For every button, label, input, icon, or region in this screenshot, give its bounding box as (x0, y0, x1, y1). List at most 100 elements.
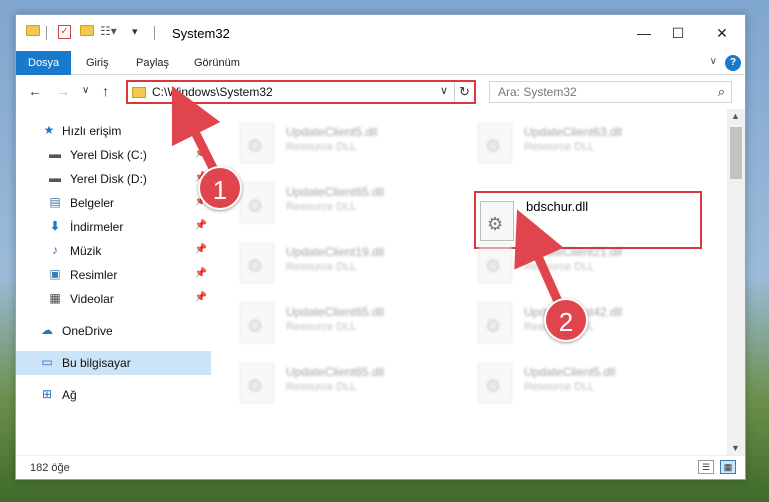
properties-icon[interactable]: ✓ (58, 25, 71, 39)
folder-icon (26, 25, 40, 36)
scroll-thumb[interactable] (730, 127, 742, 179)
file-name: UpdateClient65.dll (286, 305, 385, 319)
computer-icon: ▭ (41, 355, 53, 369)
file-type: Resource DLL (286, 201, 357, 213)
nav-item-this-pc[interactable]: ▭ Bu bilgisayar (16, 351, 211, 375)
address-path[interactable]: C:\Windows\System32 (152, 85, 273, 99)
pictures-icon: ▣ (49, 267, 61, 281)
title-bar: ✓ ☷▾ ▾ System32 — ☐ ✕ (16, 15, 745, 51)
help-icon[interactable]: ? (725, 55, 741, 71)
minimize-button[interactable]: — (627, 21, 661, 45)
nav-item-videos[interactable]: ▦ Videolar 📌 (16, 287, 211, 311)
nav-item-downloads[interactable]: ⬇ İndirmeler 📌 (16, 215, 211, 239)
chevron-down-icon[interactable]: ∨ (710, 56, 717, 67)
explorer-window: ✓ ☷▾ ▾ System32 — ☐ ✕ Dosya Giriş Paylaş… (15, 14, 746, 480)
back-arrow-icon[interactable]: ← (28, 83, 42, 99)
address-bar[interactable]: C:\Windows\System32 ∨ ↻ (126, 80, 476, 104)
star-icon: ★ (43, 123, 55, 137)
chevron-down-icon[interactable]: ▾ (132, 25, 138, 41)
nav-item-label: İndirmeler (70, 220, 124, 234)
tab-gorunum[interactable]: Görünüm (182, 51, 252, 75)
file-item[interactable]: ⚙ UpdateClient19.dll Resource DLL (214, 237, 439, 289)
nav-item-disk-d[interactable]: ▬ Yerel Disk (D:) 📌 (16, 167, 211, 191)
status-bar: 182 öğe ☰ ▦ (16, 455, 745, 479)
file-item[interactable]: ⚙ UpdateClient63.dll Resource DLL (452, 117, 677, 169)
file-name: UpdateClient5.dll (286, 125, 378, 139)
dll-file-icon: ⚙ (478, 303, 512, 343)
tab-paylas[interactable]: Paylaş (124, 51, 181, 75)
gear-icon: ⚙ (485, 136, 502, 156)
pin-icon: 📌 (194, 268, 207, 279)
pin-icon: 📌 (194, 292, 207, 303)
close-button[interactable]: ✕ (705, 21, 739, 45)
file-name: UpdateClient65.dll (286, 185, 385, 199)
pin-icon: 📌 (194, 220, 207, 231)
file-item[interactable]: ⚙ UpdateClient5.dll Resource DLL (214, 117, 439, 169)
download-icon: ⬇ (49, 219, 61, 233)
dll-file-icon: ⚙ (240, 303, 274, 343)
file-type: Resource DLL (524, 261, 595, 273)
tab-giris[interactable]: Giriş (74, 51, 121, 75)
search-placeholder: Ara: System32 (498, 85, 577, 99)
vertical-scrollbar[interactable]: ▲ ▼ (727, 109, 745, 455)
search-input[interactable]: Ara: System32 ⌕ (489, 81, 732, 103)
nav-item-label: Müzik (70, 244, 102, 258)
file-type: Resource DLL (286, 381, 357, 393)
video-icon: ▦ (49, 291, 61, 305)
nav-item-label: Bu bilgisayar (62, 356, 131, 370)
gear-icon: ⚙ (485, 376, 502, 396)
large-icons-view-icon[interactable]: ▦ (720, 460, 736, 474)
network-icon: ⊞ (41, 387, 53, 401)
file-item[interactable]: ⚙ UpdateClient5.dll Resource DLL (452, 357, 677, 409)
nav-item-label: OneDrive (62, 324, 113, 338)
nav-item-label: Yerel Disk (C:) (70, 148, 147, 162)
music-icon: ♪ (52, 243, 58, 257)
file-type: Resource DLL (286, 261, 357, 273)
maximize-button[interactable]: ☐ (661, 21, 695, 45)
scroll-down-icon[interactable]: ▼ (731, 443, 740, 453)
customize-toolbar-icon[interactable]: ☷▾ (100, 24, 117, 40)
nav-item-network[interactable]: ⊞ Ağ (16, 383, 211, 407)
nav-item-label: Yerel Disk (D:) (70, 172, 147, 186)
file-item[interactable]: ⚙ UpdateClient65.dll Resource DLL (214, 357, 439, 409)
gear-icon: ⚙ (487, 214, 504, 234)
pin-icon: 📌 (194, 148, 207, 159)
pin-icon: 📌 (194, 244, 207, 255)
gear-icon: ⚙ (247, 376, 264, 396)
nav-item-pictures[interactable]: ▣ Resimler 📌 (16, 263, 211, 287)
chevron-down-icon[interactable]: ∨ (440, 84, 448, 97)
file-item[interactable]: ⚙ UpdateClient65.dll Resource DLL (214, 177, 439, 229)
file-name: bdschur.dll (526, 199, 589, 214)
nav-item-disk-c[interactable]: ▬ Yerel Disk (C:) 📌 (16, 143, 211, 167)
documents-icon: ▤ (49, 195, 61, 209)
nav-item-quick-access[interactable]: ★ Hızlı erişim (16, 119, 211, 143)
nav-item-label: Resimler (70, 268, 118, 282)
forward-arrow-icon[interactable]: → (56, 83, 70, 99)
file-item[interactable]: ⚙ UpdateClient21.dll Resource DLL (452, 237, 677, 289)
gear-icon: ⚙ (485, 316, 502, 336)
refresh-icon[interactable]: ↻ (454, 82, 474, 102)
recent-locations-icon[interactable]: ∨ (82, 85, 89, 96)
dll-file-icon: ⚙ (480, 201, 514, 241)
nav-item-documents[interactable]: ▤ Belgeler 📌 (16, 191, 211, 215)
file-item[interactable]: ⚙ UpdateClient65.dll Resource DLL (214, 297, 439, 349)
search-icon[interactable]: ⌕ (718, 84, 725, 100)
dll-file-icon: ⚙ (478, 363, 512, 403)
cloud-icon: ☁ (41, 323, 53, 337)
drive-icon: ▬ (49, 147, 61, 161)
up-arrow-icon[interactable]: ↑ (102, 83, 109, 99)
gear-icon: ⚙ (247, 136, 264, 156)
file-type: Resource DLL (286, 321, 357, 333)
gear-icon: ⚙ (485, 256, 502, 276)
file-name: UpdateClient21.dll (524, 245, 623, 259)
new-folder-icon[interactable] (80, 25, 94, 36)
nav-item-music[interactable]: ♪ Müzik 📌 (16, 239, 211, 263)
details-view-icon[interactable]: ☰ (698, 460, 714, 474)
nav-item-label: Hızlı erişim (62, 124, 122, 138)
scroll-up-icon[interactable]: ▲ (731, 111, 740, 121)
divider (154, 26, 155, 40)
nav-item-onedrive[interactable]: ☁ OneDrive (16, 319, 211, 343)
drive-icon: ▬ (49, 171, 61, 185)
folder-icon (132, 87, 146, 98)
tab-dosya[interactable]: Dosya (16, 51, 72, 75)
